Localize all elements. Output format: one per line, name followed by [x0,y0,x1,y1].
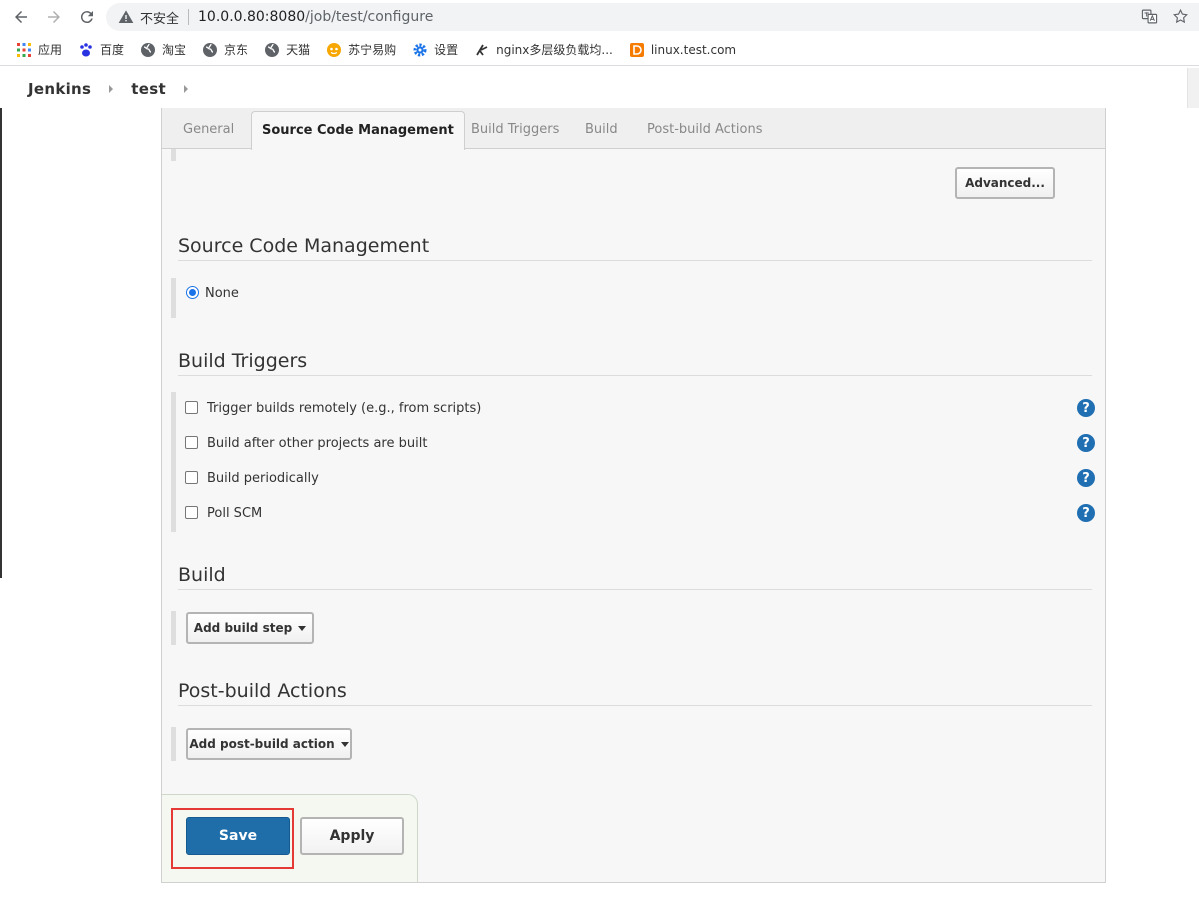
breadcrumb-arrow-icon[interactable] [109,84,114,93]
caret-down-icon [340,741,349,747]
globe-icon [264,42,280,58]
bookmark-label: 百度 [100,43,125,57]
bookmark-label: 京东 [224,43,249,57]
scm-section-divider [178,260,1092,261]
build-section-divider [178,589,1092,590]
post-build-section-divider [178,705,1092,706]
general-group-bar [171,149,176,161]
poll-scm-label: Poll SCM [207,506,263,521]
add-build-step-button[interactable]: Add build step [186,612,314,644]
trigger-remotely-label: Trigger builds remotely (e.g., from scri… [207,401,482,416]
d-logo-icon [629,42,645,58]
bookmark-label: linux.test.com [650,42,737,57]
arrow-left-icon [15,11,27,23]
url-text: 10.0.0.80:8080/job/test/configure [198,9,433,25]
forward-button[interactable] [43,6,65,28]
tab-general[interactable]: General [183,122,234,137]
browser-toolbar: 不安全 10.0.0.80:8080/job/test/configure [0,0,1199,34]
bookmark-jd[interactable]: 京东 [202,41,248,58]
build-after-other-checkbox[interactable] [185,436,198,449]
bookmark-label: 应用 [38,43,63,57]
globe-icon [202,42,218,58]
post-build-group-bar [171,727,176,761]
breadcrumb-job[interactable]: test [131,80,166,98]
build-periodically-label: Build periodically [207,471,319,486]
help-icon[interactable]: ? [1077,434,1095,452]
scm-none-radio[interactable] [186,286,199,299]
add-post-build-action-button[interactable]: Add post-build action [186,728,352,760]
arrow-right-icon [48,11,60,23]
config-panel: General Source Code Management Build Tri… [161,108,1106,883]
build-periodically-checkbox[interactable] [185,471,198,484]
reload-icon [80,11,93,24]
tab-post-build-actions[interactable]: Post-build Actions [647,122,762,137]
poll-scm-checkbox[interactable] [185,506,198,519]
gear-icon [412,42,428,58]
baidu-paw-icon [78,42,94,58]
bookmarks-bar: 应用 百度 淘宝 京东 天猫 苏宁易购 设置 nginx多层级负载均... li… [0,34,1199,66]
scm-group-bar [171,278,176,318]
help-icon[interactable]: ? [1077,469,1095,487]
suning-icon [326,42,342,58]
apply-button[interactable]: Apply [300,817,404,855]
build-section-title: Build [178,564,226,586]
bottom-action-bar: Save Apply [162,794,418,882]
globe-icon [140,42,156,58]
scrollbar[interactable] [1187,68,1199,108]
bookmark-taobao[interactable]: 淘宝 [140,41,186,58]
address-separator [188,9,190,25]
build-triggers-group-bar [171,392,176,532]
tab-build-triggers[interactable]: Build Triggers [471,122,559,137]
advanced-button[interactable]: Advanced... [955,167,1055,199]
caret-down-icon [298,625,307,631]
bookmark-nginx[interactable]: nginx多层级负载均... [474,41,613,58]
breadcrumb-jenkins[interactable]: Jenkins [28,80,91,98]
bookmark-suning[interactable]: 苏宁易购 [326,41,396,58]
tab-build[interactable]: Build [585,122,618,137]
build-after-other-label: Build after other projects are built [207,436,428,451]
reload-button[interactable] [76,6,98,28]
build-triggers-section-title: Build Triggers [178,350,308,372]
star-bookmark-icon[interactable] [1172,8,1189,25]
nginx-bookmark-icon [474,42,490,58]
bookmark-label: 天猫 [286,43,311,57]
bookmark-baidu[interactable]: 百度 [78,41,124,58]
breadcrumb-arrow-icon[interactable] [183,84,188,93]
back-button[interactable] [10,6,32,28]
security-label: 不安全 [140,11,180,27]
build-triggers-divider [178,375,1092,376]
bookmark-label: 淘宝 [162,43,187,57]
help-icon[interactable]: ? [1077,504,1095,522]
post-build-section-title: Post-build Actions [178,680,347,702]
save-button[interactable]: Save [186,817,290,855]
add-build-step-label: Add build step [193,621,293,635]
page-edge-divider [0,108,2,578]
build-group-bar [171,611,176,645]
url-path: /job/test/configure [305,9,434,25]
trigger-remotely-checkbox[interactable] [185,401,198,414]
warning-triangle-icon [118,10,134,23]
bookmark-label: 苏宁易购 [348,43,397,57]
apps-grid-icon [16,42,32,58]
bookmark-tmall[interactable]: 天猫 [264,41,310,58]
add-post-build-action-label: Add post-build action [189,737,335,751]
bookmark-label: nginx多层级负载均... [496,43,613,57]
url-host: 10.0.0.80:8080 [198,9,306,25]
translate-icon[interactable] [1141,8,1158,25]
tab-source-code-management[interactable]: Source Code Management [251,111,465,150]
bookmark-settings[interactable]: 设置 [412,41,458,58]
bookmark-label: 设置 [434,43,459,57]
address-bar[interactable]: 不安全 10.0.0.80:8080/job/test/configure [106,3,1199,31]
config-tabs: General Source Code Management Build Tri… [162,108,1105,150]
bookmark-apps[interactable]: 应用 [16,41,62,58]
breadcrumb: Jenkins test [0,68,1199,109]
scm-section-title: Source Code Management [178,235,430,257]
bookmark-linux-test[interactable]: linux.test.com [629,42,736,58]
scm-none-label: None [205,286,239,301]
help-icon[interactable]: ? [1077,399,1095,417]
